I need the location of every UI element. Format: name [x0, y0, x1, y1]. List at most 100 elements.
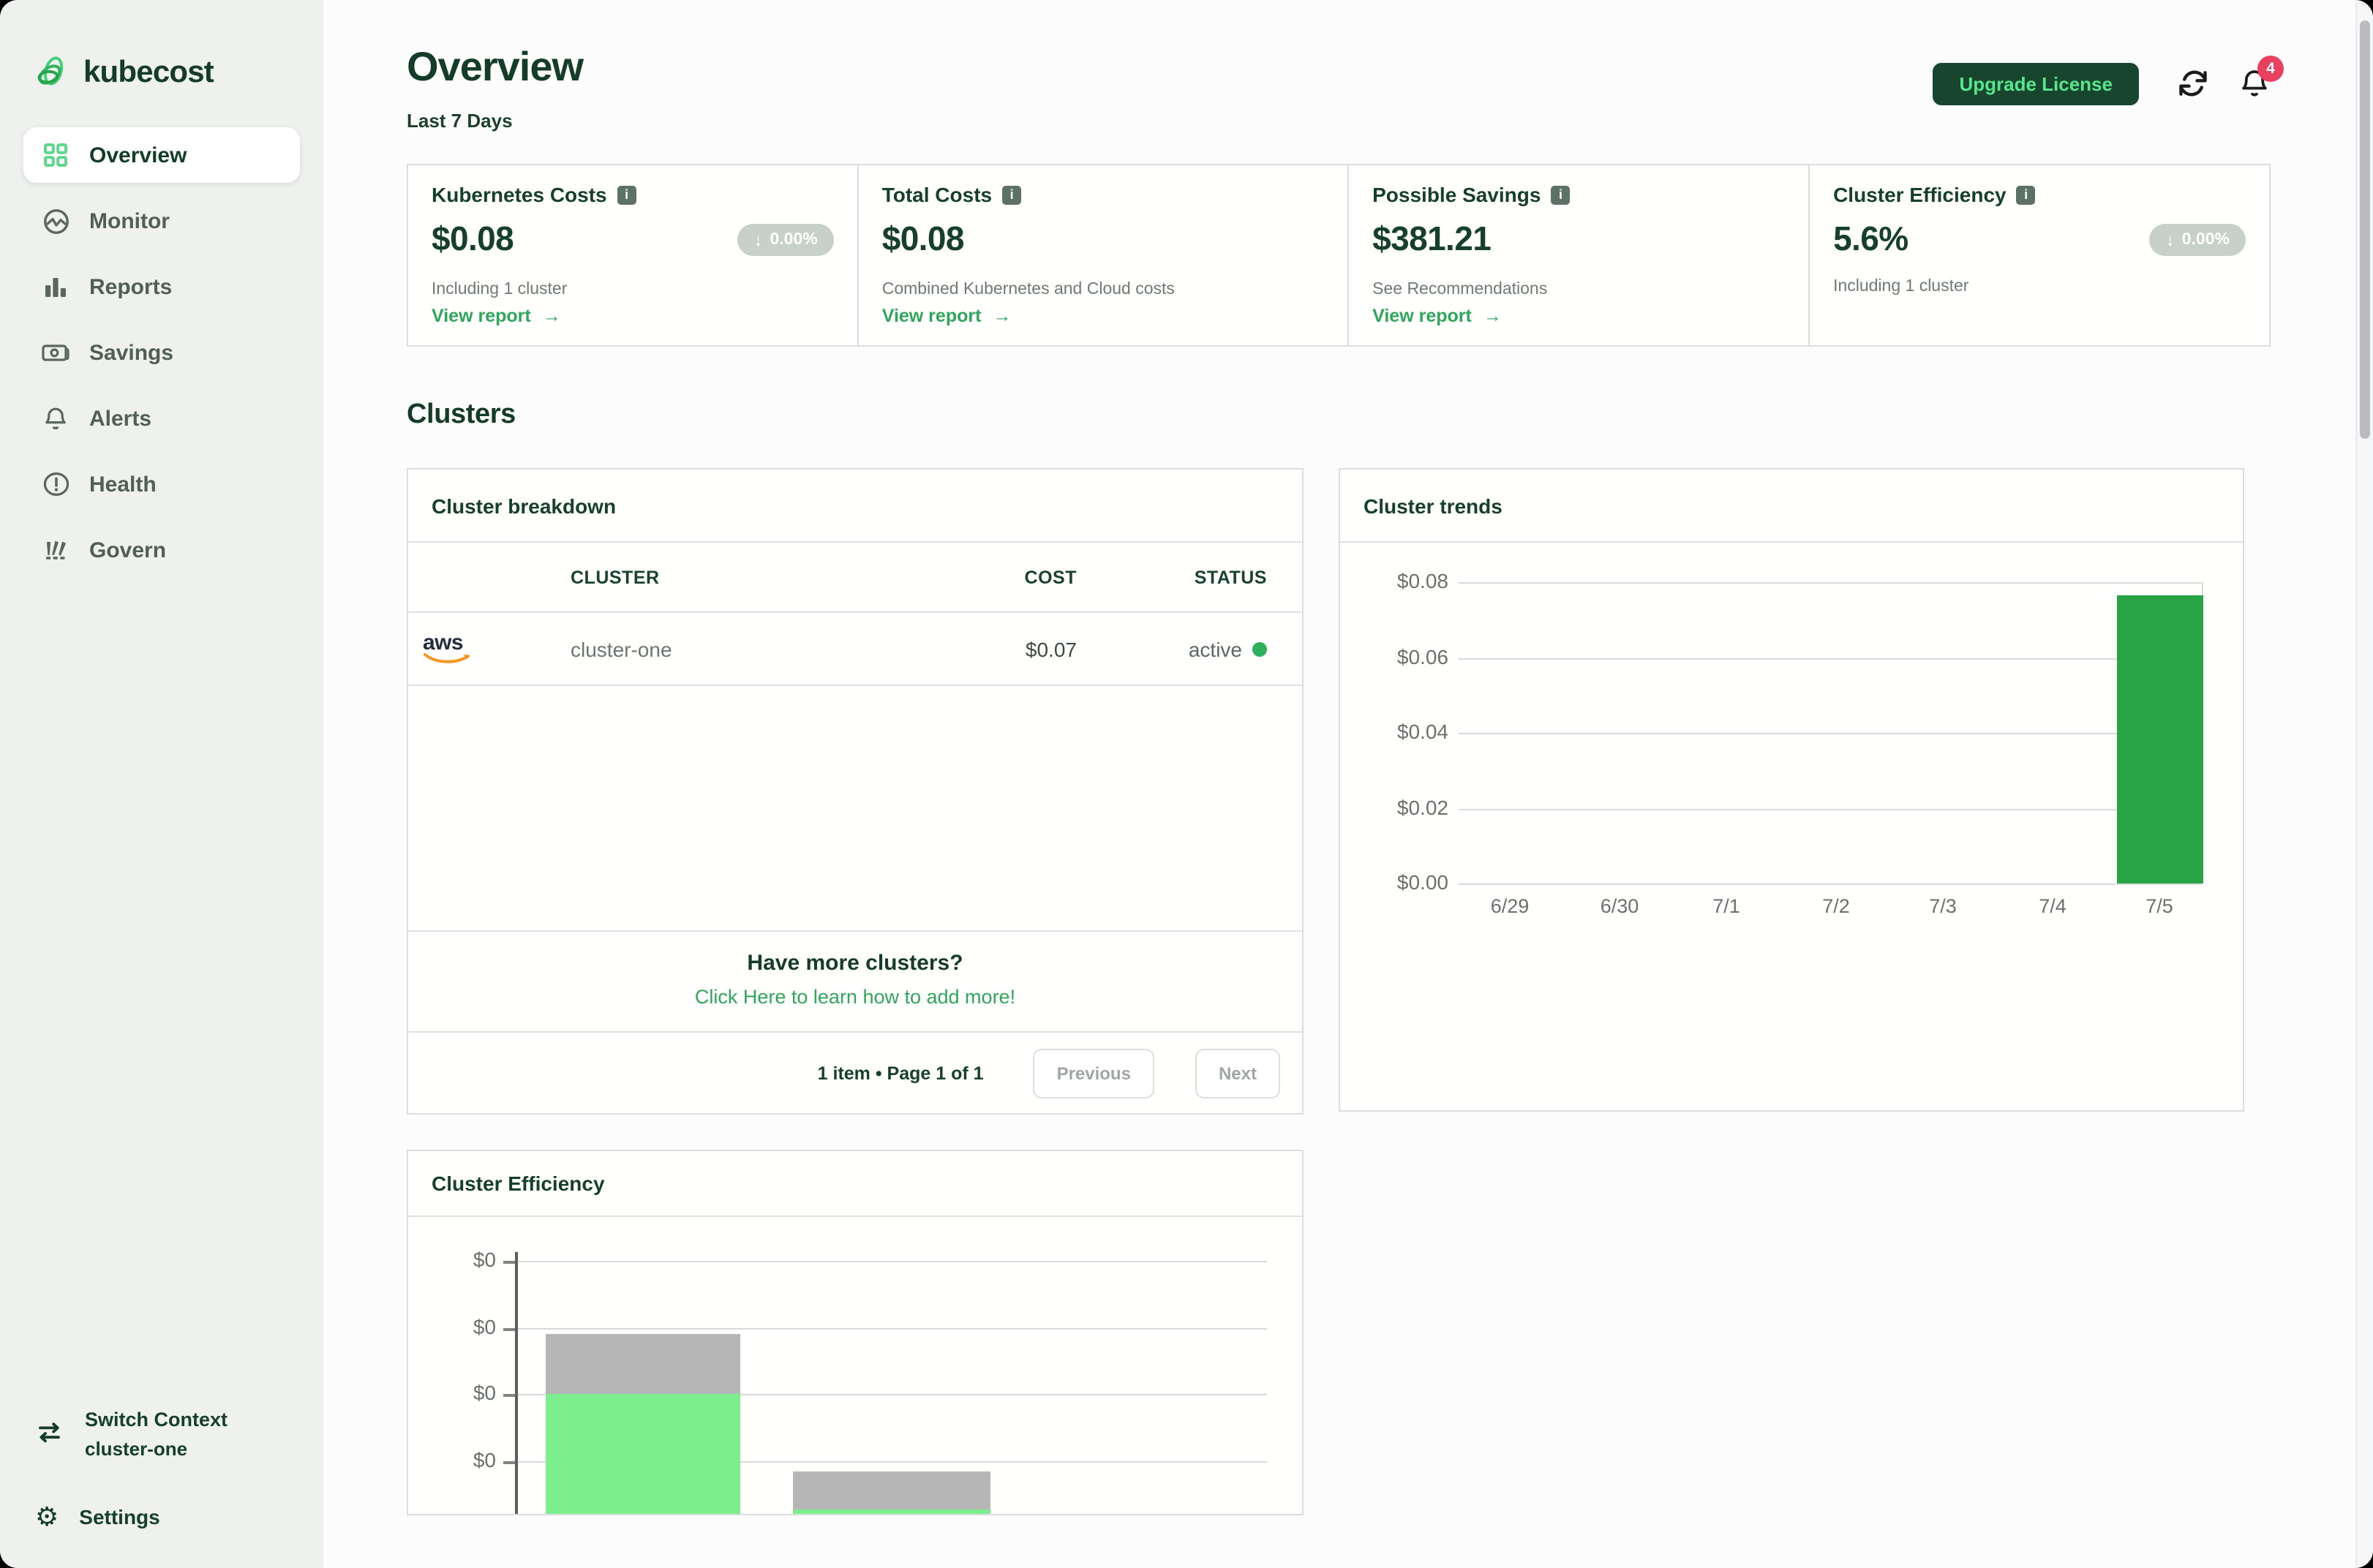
- sidebar-item-monitor[interactable]: Monitor: [23, 193, 300, 249]
- refresh-icon: [2177, 67, 2209, 99]
- brand-logo[interactable]: kubecost: [32, 53, 323, 92]
- y-gridline: [516, 1261, 1267, 1262]
- refresh-button[interactable]: [2177, 67, 2209, 99]
- column-header-cost[interactable]: COST: [843, 567, 1077, 587]
- upgrade-license-button[interactable]: Upgrade License: [1933, 62, 2139, 105]
- view-report-link[interactable]: View report→: [882, 306, 1324, 326]
- x-tick-label: 6/30: [1568, 895, 1671, 917]
- page-title-block: Overview Last 7 Days: [407, 44, 583, 132]
- arrow-right-icon: →: [1483, 306, 1502, 326]
- table-empty-space: [408, 686, 1302, 930]
- change-value: 0.00%: [770, 230, 818, 248]
- switch-context-title: Switch Context: [85, 1409, 227, 1431]
- scrollbar-track[interactable]: [2355, 0, 2373, 1568]
- sidebar-item-alerts[interactable]: Alerts: [23, 391, 300, 446]
- column-header-cluster[interactable]: CLUSTER: [571, 567, 843, 587]
- overview-grid-icon: [41, 140, 70, 170]
- cluster-breakdown-header: Cluster breakdown: [408, 470, 1302, 543]
- y-tick-label: $0: [408, 1381, 496, 1404]
- notifications-button[interactable]: 4: [2238, 67, 2271, 100]
- sidebar-item-reports[interactable]: Reports: [23, 259, 300, 314]
- info-icon[interactable]: i: [2017, 185, 2036, 204]
- view-report-label: View report: [1372, 306, 1472, 326]
- y-tick-mark: [503, 1461, 515, 1463]
- switch-context-text: Switch Context cluster-one: [85, 1409, 227, 1460]
- y-tick-mark: [503, 1394, 515, 1396]
- x-tick-label: 7/1: [1675, 895, 1778, 917]
- add-clusters-link[interactable]: Click Here to learn how to add more!: [695, 986, 1015, 1008]
- trend-down-icon: ↓: [754, 229, 763, 249]
- table-row[interactable]: aws cluster-one $0.07 active: [408, 613, 1302, 686]
- info-icon[interactable]: i: [1002, 185, 1021, 204]
- stat-card-kubernetes-costs: Kubernetes Costs i $0.08 ↓0.00% Includin…: [408, 165, 857, 345]
- page-title: Overview: [407, 44, 583, 91]
- stat-value: $0.08: [882, 219, 964, 259]
- cluster-trends-header: Cluster trends: [1340, 470, 2243, 543]
- pagination-bar: 1 item • Page 1 of 1 Previous Next: [408, 1031, 1302, 1113]
- stat-value: $381.21: [1372, 219, 1491, 259]
- x-tick-label: 7/3: [1892, 895, 1994, 917]
- view-report-link[interactable]: View report →: [1372, 306, 1785, 326]
- health-exclamation-icon: [41, 470, 70, 499]
- stat-value: $0.08: [432, 219, 514, 259]
- previous-page-button[interactable]: Previous: [1034, 1048, 1154, 1098]
- notification-count-badge: 4: [2257, 55, 2284, 81]
- status-dot-icon: [1252, 641, 1267, 656]
- sidebar-item-govern[interactable]: Govern: [23, 522, 300, 578]
- sidebar-item-overview[interactable]: Overview: [23, 127, 300, 183]
- reports-bar-chart-icon: [41, 272, 70, 301]
- sidebar-item-savings[interactable]: Savings: [23, 325, 300, 380]
- gear-icon: ⚙: [35, 1504, 59, 1530]
- y-gridline: [1459, 657, 2202, 659]
- trend-down-icon: ↓: [2166, 229, 2175, 249]
- cluster-efficiency-header: Cluster Efficiency: [408, 1151, 1302, 1217]
- sidebar-bottom: Switch Context cluster-one ⚙ Settings: [0, 1409, 323, 1530]
- cluster-trends-plot: $0.08$0.06$0.04$0.02$0.006/296/307/17/27…: [1340, 543, 2243, 1110]
- monitor-pulse-icon: [41, 206, 70, 235]
- settings-button[interactable]: ⚙ Settings: [35, 1504, 323, 1530]
- scrollbar-thumb[interactable]: [2360, 20, 2370, 439]
- change-badge: ↓ 0.00%: [738, 223, 834, 255]
- cluster-status-cell: active: [1077, 637, 1267, 660]
- cluster-breakdown-card: Cluster breakdown CLUSTER COST STATUS aw…: [407, 468, 1304, 1115]
- info-icon[interactable]: i: [1551, 185, 1570, 204]
- switch-context-button[interactable]: Switch Context cluster-one: [35, 1409, 323, 1460]
- y-tick-label: $0: [408, 1248, 496, 1271]
- status-label: active: [1189, 637, 1242, 660]
- sidebar-item-label: Health: [89, 472, 157, 497]
- y-tick-label: $0.00: [1340, 870, 1448, 894]
- stat-subtext: See Recommendations: [1372, 281, 1785, 298]
- view-report-label: View report: [432, 306, 531, 326]
- trend-bar: [2116, 595, 2203, 883]
- y-tick-label: $0.06: [1340, 644, 1448, 668]
- x-tick-label: 7/5: [2108, 895, 2211, 917]
- sidebar-item-label: Govern: [89, 538, 166, 562]
- govern-columns-icon: [41, 535, 70, 565]
- change-badge: ↓0.00%: [2150, 223, 2246, 255]
- arrow-right-icon: →: [543, 306, 561, 326]
- sidebar-nav: Overview Monitor Reports: [23, 127, 300, 588]
- x-tick-label: 7/2: [1785, 895, 1887, 917]
- y-tick-label: $0.04: [1340, 720, 1448, 743]
- aws-provider-logo: aws: [423, 633, 571, 665]
- next-page-button[interactable]: Next: [1195, 1048, 1280, 1098]
- sidebar-item-label: Reports: [89, 274, 172, 299]
- cluster-efficiency-plot: $0$0$0$0: [408, 1217, 1302, 1515]
- savings-banknote-icon: [41, 338, 70, 367]
- clusters-grid: Cluster breakdown CLUSTER COST STATUS aw…: [407, 468, 2271, 1515]
- efficiency-bar-used: [546, 1394, 740, 1515]
- view-report-link[interactable]: View report →: [432, 306, 834, 326]
- y-axis-line: [515, 1252, 517, 1515]
- column-header-status[interactable]: STATUS: [1077, 567, 1267, 587]
- switch-context-arrows-icon: [35, 1422, 64, 1444]
- cluster-breakdown-title: Cluster breakdown: [432, 494, 616, 517]
- settings-label: Settings: [79, 1505, 159, 1529]
- stat-card-possible-savings: Possible Savings i $381.21 See Recommend…: [1347, 165, 1808, 345]
- pagination-summary: 1 item • Page 1 of 1: [818, 1063, 984, 1083]
- stat-subtext: Including 1 cluster: [1833, 278, 2246, 295]
- sidebar-item-label: Overview: [89, 143, 187, 167]
- info-icon[interactable]: i: [617, 185, 636, 204]
- sidebar-item-health[interactable]: Health: [23, 456, 300, 512]
- x-tick-label: 6/29: [1459, 895, 1561, 917]
- stat-subtext: Including 1 cluster: [432, 281, 834, 298]
